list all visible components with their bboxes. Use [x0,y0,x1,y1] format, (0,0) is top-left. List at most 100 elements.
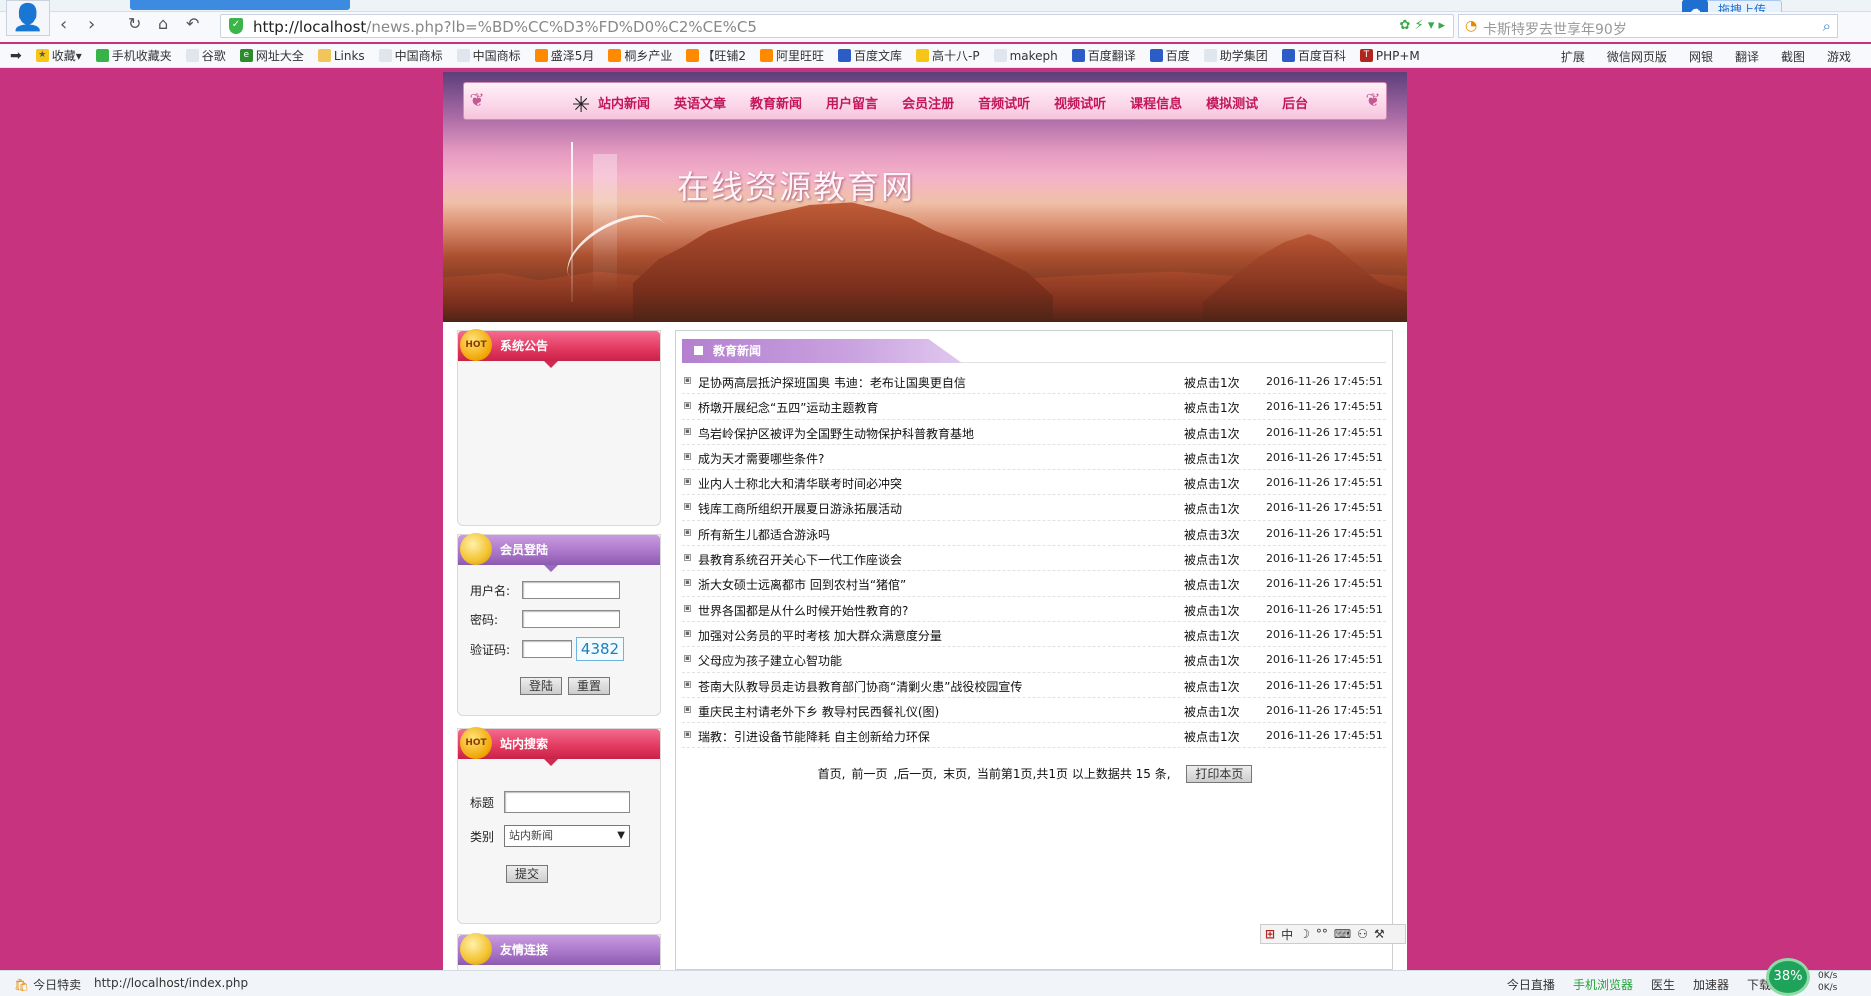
undo-icon[interactable]: ↶ [186,14,199,33]
bookmark-item[interactable]: makeph [993,49,1058,63]
captcha-image[interactable]: 4382 [576,637,624,661]
menu-audio[interactable]: 音频试听 [978,93,1030,112]
bookmark-item[interactable]: Links [317,49,365,63]
bookmark-item[interactable]: 中国商标 [378,47,443,64]
menu-video[interactable]: 视频试听 [1054,93,1106,112]
search-title-label: 标题 [470,795,495,810]
search-input[interactable]: 卡斯特罗去世享年90岁 [1483,19,1627,39]
search-icon[interactable]: ⌕ [1823,17,1831,35]
status-live[interactable]: 今日直播 [1507,976,1555,993]
status-doctor[interactable]: 医生 [1651,976,1675,993]
news-title-link[interactable]: 瑞教：引进设备节能降耗 自主创新给力环保 [698,728,930,745]
reset-button[interactable]: 重置 [568,677,611,695]
search-category-row: 类别 站内新闻 ▼ [470,825,630,847]
wrench-icon[interactable]: ⚒ [1374,927,1385,941]
print-button[interactable]: 打印本页 [1186,765,1253,783]
moon-icon[interactable]: ☽ [1299,927,1310,941]
search-category-select[interactable]: 站内新闻 ▼ [504,825,630,847]
wechat-button[interactable]: 微信网页版 [1607,48,1667,65]
screenshot-button[interactable]: 截图 [1781,48,1805,65]
pager-next-link[interactable]: ,后一页, [893,767,937,781]
bank-button[interactable]: 网银 [1689,48,1713,65]
news-clicks: 被点击1次 [1184,477,1240,492]
news-title-link[interactable]: 钱库工商所组织开展夏日游泳拓展活动 [698,500,902,517]
search-submit-button[interactable]: 提交 [506,865,549,883]
news-title-link[interactable]: 苍南大队教导员走访县教育部门协商“清剿火患”战役校园宣传 [698,678,1022,695]
news-title-link[interactable]: 足协两高层抵沪探班国奥 韦迪：老布让国奥更自信 [698,374,966,391]
bookmark-item[interactable]: e 网址大全 [239,47,304,64]
news-title-link[interactable]: 重庆民主村请老外下乡 教导村民西餐礼仪(图) [698,703,939,720]
address-bar[interactable]: ✓ http://localhost/news.php?lb=%BD%CC%D3… [220,14,1454,38]
ime-mode[interactable]: 中 [1281,926,1293,943]
search-box[interactable]: ◔ 卡斯特罗去世享年90岁 ⌕ [1458,14,1838,38]
login-button[interactable]: 登陆 [520,677,563,695]
pager-prev-link[interactable]: 前一页 [851,767,887,781]
news-title-link[interactable]: 业内人士称北大和清华联考时间必冲突 [698,475,902,492]
news-title-link[interactable]: 浙大女硕士远离都市 回到农村当“猪倌” [698,576,906,593]
back-icon[interactable]: ‹ [60,14,67,35]
bookmark-item[interactable]: 百度翻译 [1071,47,1136,64]
bookmark-item[interactable]: 百度文库 [838,47,902,64]
bookmark-item[interactable]: 助学集团 [1203,47,1268,64]
today-deals[interactable]: 🛍 今日特卖 [14,976,81,993]
news-clicks: 被点击1次 [1184,654,1240,669]
lightning-icon[interactable]: ✿ ⚡ ▾ ▸ [1400,18,1445,33]
status-accelerator[interactable]: 加速器 [1693,976,1729,993]
pager-first-link[interactable]: 首页, [818,767,846,781]
bookmark-item[interactable]: 阿里旺旺 [759,47,824,64]
page-scrollbar[interactable] [1855,70,1867,970]
bookmark-item[interactable]: 谷歌 [185,47,226,64]
bookmark-item[interactable]: ★ 收藏 ▾ [35,47,82,64]
bookmark-item[interactable]: 【旺铺2 [686,47,746,64]
forward-icon[interactable]: › [88,14,95,35]
home-icon[interactable]: ⌂ [158,14,168,33]
menu-guestbook[interactable]: 用户留言 [826,93,878,112]
captcha-input[interactable] [522,640,572,658]
password-row: 密码: [470,610,620,628]
rock-peak [1203,234,1407,322]
menu-mock-test[interactable]: 模拟测试 [1206,93,1258,112]
keyboard-icon[interactable]: ⌨ [1334,927,1351,941]
translate-button[interactable]: 翻译 [1735,48,1759,65]
status-mobile-browser[interactable]: 手机浏览器 [1573,976,1633,993]
bookmark-item[interactable]: 高十八-P [916,47,980,64]
bookmark-item[interactable]: 盛泽5月 [534,47,594,64]
news-title-link[interactable]: 桥墩开展纪念“五四”运动主题教育 [698,399,878,416]
search-title-input[interactable] [504,791,630,813]
browser-tab-active[interactable] [130,0,350,10]
news-title-link[interactable]: 成为天才需要哪些条件? [698,450,824,467]
sidebar-toggle-icon[interactable]: ➡ [10,48,22,64]
ime-logo-icon[interactable]: ⊞ [1265,927,1275,941]
news-title-link[interactable]: 父母应为孩子建立心智功能 [698,652,842,669]
refresh-icon[interactable]: ↻ [128,14,141,33]
username-input[interactable] [522,581,620,599]
memory-percent-badge[interactable]: 38% [1766,958,1810,996]
bookmark-item[interactable]: 百度 [1149,47,1190,64]
news-title-link[interactable]: 所有新生儿都适合游泳吗 [698,526,830,543]
menu-register[interactable]: 会员注册 [902,93,954,112]
menu-site-news[interactable]: 站内新闻 [598,93,650,112]
menu-home[interactable]: 首页 [544,93,574,112]
bookmark-item[interactable]: T PHP+M [1359,49,1420,63]
news-row: ▪ 县教育系统召开关心下一代工作座谈会 被点击1次 2016-11-26 17:45:… [682,546,1386,572]
news-title-link[interactable]: 加强对公务员的平时考核 加大群众满意度分量 [698,627,942,644]
menu-english-articles[interactable]: 英语文章 [674,93,726,112]
news-title-link[interactable]: 世界各国都是从什么时候开始性教育的? [698,602,908,619]
news-title-link[interactable]: 县教育系统召开关心下一代工作座谈会 [698,551,902,568]
pager-last-link[interactable]: 末页, [943,767,971,781]
user-icon[interactable]: ⚇ [1357,927,1368,941]
news-title-link[interactable]: 鸟岩岭保护区被评为全国野生动物保护科普教育基地 [698,425,974,442]
user-avatar-icon[interactable]: 👤 [6,0,50,36]
menu-courses[interactable]: 课程信息 [1130,93,1182,112]
bookmark-item[interactable]: 手机收藏夹 [95,47,172,64]
punctuation-icon[interactable]: °° [1316,927,1328,941]
games-button[interactable]: 游戏 [1827,48,1851,65]
bookmark-item[interactable]: 百度百科 [1281,47,1346,64]
extension-button[interactable]: 扩展 [1561,48,1585,65]
search-category-label: 类别 [470,829,495,844]
bookmark-item[interactable]: 中国商标 [456,47,521,64]
password-input[interactable] [522,610,620,628]
menu-admin[interactable]: 后台 [1282,93,1308,112]
menu-education-news[interactable]: 教育新闻 [750,93,802,112]
bookmark-item[interactable]: 桐乡产业 [608,47,672,64]
